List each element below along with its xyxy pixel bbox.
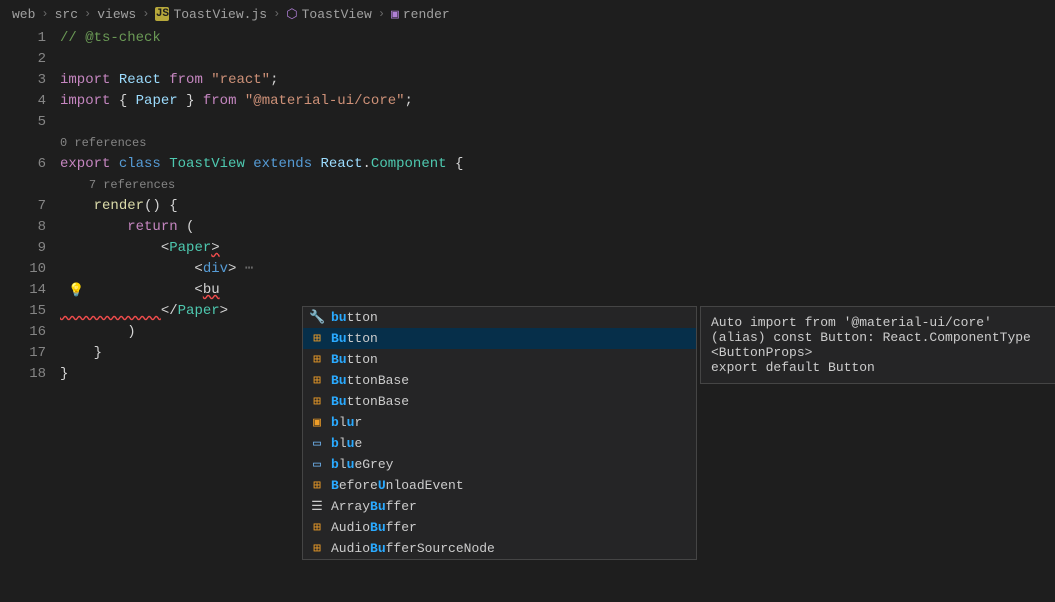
symbol-class-icon: ⬡: [286, 7, 297, 22]
suggestion-item[interactable]: ⊞ Button: [303, 328, 696, 349]
suggestion-label: button: [331, 310, 378, 325]
code-line: <Paper>: [60, 238, 1055, 259]
chevron-right-icon: ›: [84, 7, 91, 21]
code-line: import React from "react";: [60, 70, 1055, 91]
suggestion-item[interactable]: ⊞ ButtonBase: [303, 391, 696, 412]
code-line: render() {: [60, 196, 1055, 217]
lightbulb-icon[interactable]: 💡: [68, 280, 84, 301]
prop-icon: ▭: [309, 436, 325, 451]
crumb-src[interactable]: src: [55, 7, 78, 22]
suggestion-label: blueGrey: [331, 457, 393, 472]
code-line: import { Paper } from "@material-ui/core…: [60, 91, 1055, 112]
js-file-icon: JS: [155, 7, 169, 21]
suggestion-label: blue: [331, 436, 362, 451]
prop-icon: ▭: [309, 457, 325, 472]
line-number-gutter: 1 2 3− 4 5 6 7 8 9− 10+ 14 15 16 17 18: [0, 28, 60, 602]
code-line: return (: [60, 217, 1055, 238]
class-icon: ⊞: [309, 373, 325, 388]
crumb-method[interactable]: ▣render: [391, 7, 450, 22]
editor[interactable]: 1 2 3− 4 5 6 7 8 9− 10+ 14 15 16 17 18 /…: [0, 28, 1055, 602]
suggestion-label: Button: [331, 352, 378, 367]
wrench-icon: 🔧: [309, 310, 325, 325]
breadcrumb: web › src › views › JSToastView.js › ⬡To…: [0, 0, 1055, 28]
code-line: [60, 112, 1055, 133]
code-line: <div> ⋯: [60, 259, 1055, 280]
suggestion-item[interactable]: ⊞ Button: [303, 349, 696, 370]
cube-icon: ▣: [309, 415, 325, 430]
suggestion-item[interactable]: ▣ blur: [303, 412, 696, 433]
class-icon: ⊞: [309, 478, 325, 493]
code-line: export class ToastView extends React.Com…: [60, 154, 1055, 175]
chevron-right-icon: ›: [378, 7, 385, 21]
suggestion-item[interactable]: ▭ blueGrey: [303, 454, 696, 475]
suggestion-item[interactable]: 🔧 button: [303, 307, 696, 328]
code-line: 💡 <bu: [60, 280, 1055, 301]
chevron-right-icon: ›: [273, 7, 280, 21]
code-line: // @ts-check: [60, 28, 1055, 49]
crumb-web[interactable]: web: [12, 7, 35, 22]
suggestion-label: BeforeUnloadEvent: [331, 478, 464, 493]
suggestion-label: Button: [331, 331, 378, 346]
suggestion-label: ArrayBuffer: [331, 499, 417, 514]
suggestion-label: ButtonBase: [331, 373, 409, 388]
suggestion-item[interactable]: ⊞ ButtonBase: [303, 370, 696, 391]
crumb-views[interactable]: views: [97, 7, 136, 22]
suggestion-label: blur: [331, 415, 362, 430]
suggestion-label: ButtonBase: [331, 394, 409, 409]
intellisense-details: ✕ Auto import from '@material-ui/core' (…: [700, 306, 1055, 384]
suggestion-label: AudioBufferSourceNode: [331, 541, 495, 556]
suggestion-item[interactable]: ▭ blue: [303, 433, 696, 454]
class-icon: ⊞: [309, 541, 325, 556]
codelens-references[interactable]: 7 references: [60, 175, 1055, 196]
suggestion-item[interactable]: ⊞ BeforeUnloadEvent: [303, 475, 696, 496]
code-line: [60, 49, 1055, 70]
suggestion-label: AudioBuffer: [331, 520, 417, 535]
suggestion-item[interactable]: ⊞ AudioBuffer: [303, 517, 696, 538]
class-icon: ⊞: [309, 520, 325, 535]
suggestion-item[interactable]: ☰ ArrayBuffer: [303, 496, 696, 517]
codelens-references[interactable]: 0 references: [60, 133, 1055, 154]
class-icon: ⊞: [309, 352, 325, 367]
code-area[interactable]: // @ts-check import React from "react"; …: [60, 28, 1055, 602]
crumb-class[interactable]: ⬡ToastView: [286, 7, 372, 22]
class-icon: ⊞: [309, 394, 325, 409]
chevron-right-icon: ›: [142, 7, 149, 21]
enum-icon: ☰: [309, 499, 325, 514]
symbol-method-icon: ▣: [391, 7, 399, 22]
suggestion-item[interactable]: ⊞ AudioBufferSourceNode: [303, 538, 696, 559]
intellisense-popup[interactable]: 🔧 button ⊞ Button ⊞ Button ⊞ ButtonBase ⊞ ButtonB…: [302, 306, 697, 560]
chevron-right-icon: ›: [41, 7, 48, 21]
crumb-file[interactable]: JSToastView.js: [155, 7, 267, 22]
class-icon: ⊞: [309, 331, 325, 346]
